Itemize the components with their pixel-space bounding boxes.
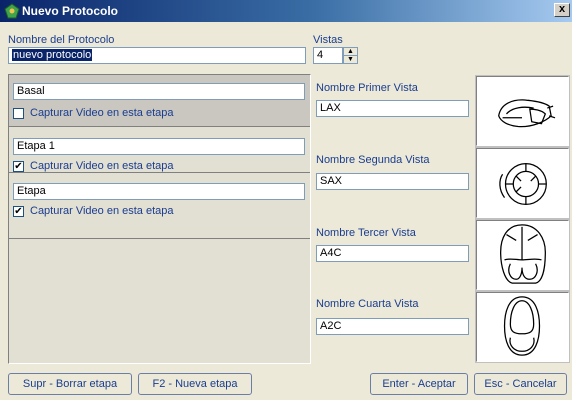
view-2-thumbnail[interactable]	[475, 147, 570, 219]
views-count-input[interactable]: 4	[313, 47, 343, 64]
stage-name-input[interactable]: Basal	[13, 83, 305, 100]
view-1-label: Nombre Primer Vista	[316, 82, 418, 94]
sax-heart-icon	[499, 162, 547, 206]
protocol-name-label: Nombre del Protocolo	[8, 34, 115, 46]
app-icon	[4, 3, 20, 19]
delete-stage-button[interactable]: Supr - Borrar etapa	[8, 373, 132, 395]
close-button[interactable]: x	[554, 3, 570, 17]
stage-name-input[interactable]: Etapa	[13, 183, 305, 200]
capture-video-checkbox[interactable]	[13, 107, 24, 119]
cancel-button[interactable]: Esc - Cancelar	[474, 373, 567, 395]
a4c-heart-icon	[500, 224, 546, 284]
stage-name-input[interactable]: Etapa 1	[13, 138, 305, 155]
stage-item: Basal Capturar Video en esta etapa	[9, 75, 310, 127]
capture-video-option[interactable]: Capturar Video en esta etapa	[13, 107, 174, 119]
view-3-input[interactable]: A4C	[316, 245, 469, 262]
capture-video-option[interactable]: ✔ Capturar Video en esta etapa	[13, 160, 174, 172]
title-bar[interactable]: Nuevo Protocolo x	[0, 0, 572, 22]
view-3-label: Nombre Tercer Vista	[316, 227, 416, 239]
new-stage-button[interactable]: F2 - Nueva etapa	[138, 373, 252, 395]
capture-video-checkbox[interactable]: ✔	[13, 160, 24, 172]
view-2-label: Nombre Segunda Vista	[316, 154, 430, 166]
view-2-input[interactable]: SAX	[316, 173, 469, 190]
view-3-thumbnail[interactable]	[475, 219, 570, 291]
capture-video-label: Capturar Video en esta etapa	[30, 160, 174, 172]
view-4-input[interactable]: A2C	[316, 318, 469, 335]
view-1-input[interactable]: LAX	[316, 100, 469, 117]
accept-button[interactable]: Enter - Aceptar	[370, 373, 468, 395]
view-4-label: Nombre Cuarta Vista	[316, 298, 419, 310]
stage-item: Etapa ✔ Capturar Video en esta etapa	[9, 173, 310, 239]
stages-panel: Basal Capturar Video en esta etapa Etapa…	[8, 74, 311, 364]
protocol-name-value: nuevo protocolo	[12, 49, 93, 61]
protocol-name-input[interactable]: nuevo protocolo	[8, 47, 306, 64]
window-title: Nuevo Protocolo	[22, 4, 119, 18]
lax-heart-icon	[498, 99, 556, 128]
view-4-thumbnail[interactable]	[475, 291, 570, 363]
capture-video-label: Capturar Video en esta etapa	[30, 205, 174, 217]
spin-up-icon[interactable]: ▲	[344, 48, 357, 55]
capture-video-checkbox[interactable]: ✔	[13, 205, 24, 217]
dialog-window: Nuevo Protocolo x Nombre del Protocolo n…	[0, 0, 572, 400]
capture-video-label: Capturar Video en esta etapa	[30, 107, 174, 119]
views-count-spinner[interactable]: ▲ ▼	[343, 47, 358, 64]
capture-video-option[interactable]: ✔ Capturar Video en esta etapa	[13, 205, 174, 217]
views-count-label: Vistas	[313, 34, 343, 46]
a2c-heart-icon	[503, 296, 541, 356]
view-1-thumbnail[interactable]	[475, 75, 570, 147]
spin-down-icon[interactable]: ▼	[344, 55, 357, 63]
stage-item: Etapa 1 ✔ Capturar Video en esta etapa	[9, 127, 310, 173]
